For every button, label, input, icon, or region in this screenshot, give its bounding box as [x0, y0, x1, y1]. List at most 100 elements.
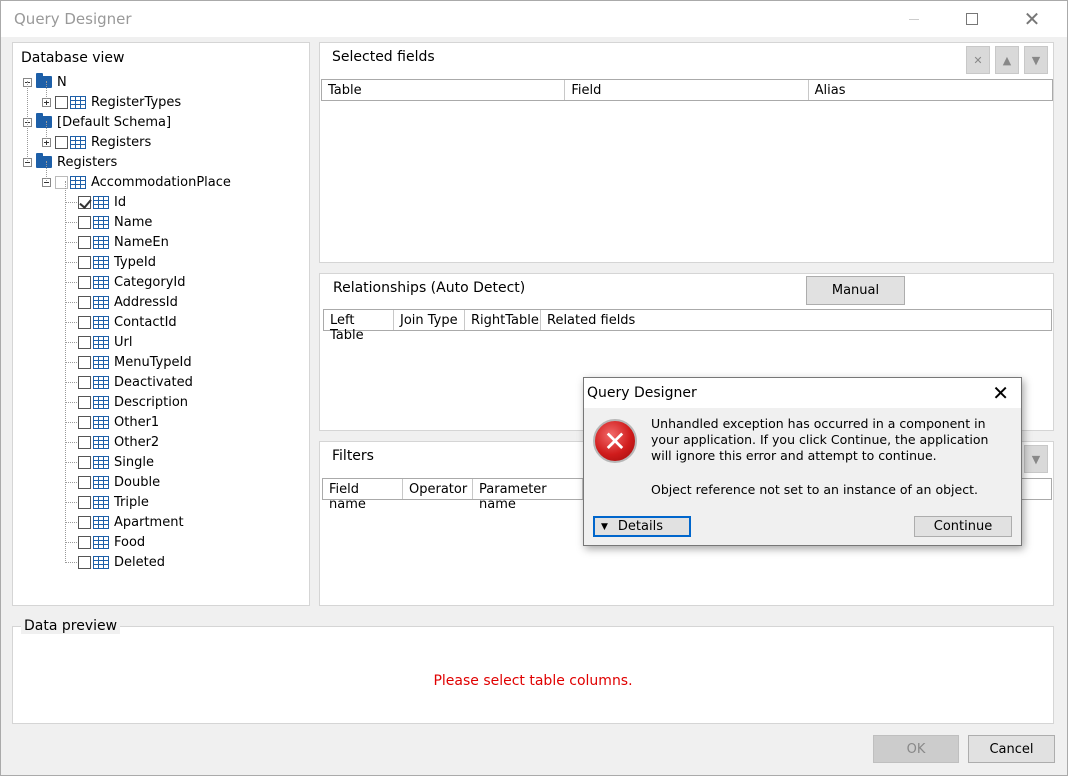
tree-node-label: Registers: [91, 134, 152, 150]
ok-button[interactable]: OK: [873, 735, 959, 763]
tree-field-categoryid[interactable]: CategoryId: [78, 272, 185, 292]
checkbox[interactable]: [78, 315, 91, 329]
tree-field-description[interactable]: Description: [78, 392, 188, 412]
column-header-operator[interactable]: Operator: [403, 479, 473, 499]
tree-field-deactivated[interactable]: Deactivated: [78, 372, 193, 392]
column-header-related-fields[interactable]: Related fields: [541, 310, 1051, 330]
tree-field-label: Food: [114, 534, 146, 550]
tree-field-contactid[interactable]: ContactId: [78, 312, 177, 332]
checkbox[interactable]: [78, 395, 91, 409]
tree-field-deleted[interactable]: Deleted: [78, 552, 165, 572]
column-icon: [93, 355, 109, 369]
tree-node-registertypes[interactable]: RegisterTypes: [42, 92, 181, 112]
checkbox[interactable]: [78, 215, 91, 229]
tree-field-label: ContactId: [114, 314, 177, 330]
tree-field-single[interactable]: Single: [78, 452, 154, 472]
tree-field-id[interactable]: Id: [78, 192, 126, 212]
tree-field-food[interactable]: Food: [78, 532, 145, 552]
tree-field-apartment[interactable]: Apartment: [78, 512, 184, 532]
column-header-parameter-name[interactable]: Parameter name: [473, 479, 583, 512]
tree-field-name[interactable]: Name: [78, 212, 152, 232]
tree-field-label: Description: [114, 394, 189, 410]
checkbox[interactable]: [55, 175, 68, 189]
tree-field-label: Double: [114, 474, 161, 490]
move-up-button[interactable]: ▲: [995, 46, 1019, 74]
checkbox[interactable]: [78, 415, 91, 429]
tree-field-triple[interactable]: Triple: [78, 492, 149, 512]
tree-connector: [27, 81, 28, 161]
checkbox[interactable]: [78, 515, 91, 529]
checkbox[interactable]: [78, 455, 91, 469]
tree-field-menutypeid[interactable]: MenuTypeId: [78, 352, 192, 372]
close-icon: ✕: [1023, 7, 1041, 31]
manual-button[interactable]: Manual: [806, 276, 905, 305]
arrow-down-icon: ▼: [1031, 452, 1041, 466]
column-icon: [93, 195, 109, 209]
checkbox[interactable]: [78, 355, 91, 369]
continue-button[interactable]: Continue: [914, 516, 1012, 537]
remove-field-button[interactable]: ✕: [966, 46, 990, 74]
filter-move-down-button[interactable]: ▼: [1024, 445, 1048, 473]
tree-field-typeid[interactable]: TypeId: [78, 252, 156, 272]
maximize-button[interactable]: [949, 1, 995, 37]
data-preview-title: Data preview: [21, 618, 121, 634]
folder-icon: [36, 153, 52, 168]
checkbox[interactable]: [78, 435, 91, 449]
tree-field-label: Other1: [114, 414, 160, 430]
column-icon: [93, 255, 109, 269]
checkbox[interactable]: [78, 275, 91, 289]
dialog-close-button[interactable]: ✕: [992, 381, 1009, 405]
column-header-left-table[interactable]: Left Table: [324, 310, 394, 343]
cancel-button[interactable]: Cancel: [968, 735, 1055, 763]
column-header-field[interactable]: Field: [565, 80, 809, 100]
tree-node-registers-folder[interactable]: Registers: [23, 152, 117, 172]
tree-field-addressid[interactable]: AddressId: [78, 292, 178, 312]
column-icon: [93, 535, 109, 549]
checkbox[interactable]: [78, 255, 91, 269]
checkbox[interactable]: [55, 95, 68, 109]
column-header-right-table[interactable]: RightTable: [465, 310, 541, 330]
tree-field-double[interactable]: Double: [78, 472, 160, 492]
tree-connector: [46, 161, 47, 181]
tree-field-nameen[interactable]: NameEn: [78, 232, 169, 252]
column-header-field-name[interactable]: Field name: [323, 479, 403, 512]
checkbox[interactable]: [55, 135, 68, 149]
move-down-button[interactable]: ▼: [1024, 46, 1048, 74]
checkbox[interactable]: [78, 475, 91, 489]
tree-node-label: N: [57, 74, 67, 90]
checkbox[interactable]: [78, 535, 91, 549]
column-icon: [93, 415, 109, 429]
checkbox[interactable]: [78, 195, 91, 209]
tree-field-other2[interactable]: Other2: [78, 432, 159, 452]
tree-field-url[interactable]: Url: [78, 332, 132, 352]
tree-connector: [65, 181, 66, 561]
checkbox[interactable]: [78, 335, 91, 349]
x-icon: ✕: [973, 53, 983, 67]
tree-connector: [65, 202, 77, 203]
checkbox[interactable]: [78, 555, 91, 569]
relationships-title: Relationships (Auto Detect): [333, 280, 526, 296]
tree-node-accommodationplace[interactable]: AccommodationPlace: [42, 172, 231, 192]
details-button[interactable]: ▼ Details: [593, 516, 691, 537]
column-header-join-type[interactable]: Join Type: [394, 310, 465, 330]
tree-field-other1[interactable]: Other1: [78, 412, 159, 432]
tree-field-label: AddressId: [114, 294, 178, 310]
tree-connector: [46, 121, 47, 141]
tree-node-n[interactable]: N: [23, 72, 67, 92]
column-icon: [93, 495, 109, 509]
tree-field-label: NameEn: [114, 234, 169, 250]
tree-node-registers-table[interactable]: Registers: [42, 132, 151, 152]
checkbox[interactable]: [78, 495, 91, 509]
close-button[interactable]: ✕: [1009, 1, 1055, 37]
tree-connector: [65, 442, 77, 443]
column-header-table[interactable]: Table: [322, 80, 566, 100]
checkbox[interactable]: [78, 375, 91, 389]
tree-field-label: Deleted: [114, 554, 165, 570]
relationships-header: Left Table Join Type RightTable Related …: [323, 309, 1052, 343]
checkbox[interactable]: [78, 235, 91, 249]
checkbox[interactable]: [78, 295, 91, 309]
column-icon: [93, 435, 109, 449]
tree-field-label: Url: [114, 334, 133, 350]
column-header-alias[interactable]: Alias: [809, 80, 1052, 100]
minimize-button[interactable]: [891, 1, 937, 37]
